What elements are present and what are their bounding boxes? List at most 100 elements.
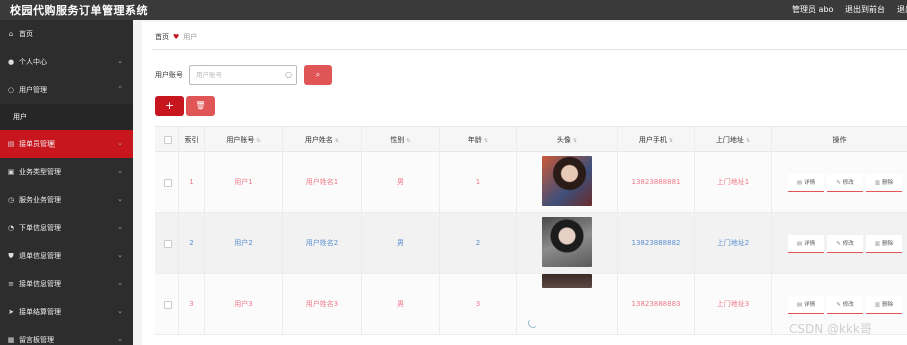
chevron-up-icon: ⌃ <box>117 85 123 93</box>
table-row: 1 用户1 用户姓名1 男 1 13823888881 上门地址1 ▤ 详情 ✎ 修… <box>155 152 907 213</box>
column-header-name[interactable]: 用户姓名 ⇅ <box>283 127 362 153</box>
top-bar: 校园代购服务订单管理系统 管理员 abo 退出到前台 退出登录 <box>0 0 907 20</box>
sidebar-item-label: 接单结算管理 <box>19 308 61 316</box>
chevron-down-icon: ⌄ <box>117 335 123 343</box>
delete-button[interactable]: ▥ 删除 <box>866 174 902 192</box>
sidebar-item-settlement[interactable]: ➤ 接单结算管理 ⌄ <box>0 298 133 326</box>
trash-icon: ▥ <box>874 180 881 186</box>
sidebar-item-refund-info[interactable]: ⛊ 退单信息管理 ⌄ <box>0 242 133 270</box>
sort-icon: ⇅ <box>334 138 340 144</box>
cell-name: 用户姓名3 <box>283 274 362 335</box>
detail-button[interactable]: ▤ 详情 <box>788 235 824 253</box>
send-icon: ➤ <box>8 308 14 316</box>
delete-button[interactable]: ▥ 删除 <box>866 235 902 253</box>
sort-icon: ⇅ <box>668 138 674 144</box>
sidebar-item-home[interactable]: ⌂ 首页 <box>0 20 133 48</box>
cell-address: 上门地址1 <box>695 152 772 213</box>
column-header-address[interactable]: 上门地址 ⇅ <box>695 127 772 153</box>
sidebar-item-label: 业务类型管理 <box>19 168 61 176</box>
sidebar-item-accept-info[interactable]: ≡ 接单信息管理 ⌄ <box>0 270 133 298</box>
plus-icon: + <box>164 99 175 112</box>
cell-avatar <box>517 152 618 213</box>
sidebar-item-profile[interactable]: ● 个人中心 ⌄ <box>0 48 133 76</box>
row-checkbox-cell <box>155 274 179 335</box>
sidebar-item-business-type[interactable]: ▣ 业务类型管理 ⌄ <box>0 158 133 186</box>
sidebar-item-service-business[interactable]: ◷ 服务业务管理 ⌄ <box>0 186 133 214</box>
cell-age: 2 <box>440 213 517 274</box>
loading-spinner-icon <box>528 318 538 328</box>
watermark: CSDN @kkk哥 <box>789 322 872 336</box>
trash-icon: ▥ <box>874 302 881 308</box>
row-checkbox[interactable] <box>164 240 172 248</box>
row-checkbox[interactable] <box>164 179 172 187</box>
sidebar-item-user-management[interactable]: ○ 用户管理 ⌃ <box>0 76 133 104</box>
document-icon: ▤ <box>7 140 15 148</box>
heart-icon: ♥ <box>173 33 180 41</box>
cell-phone: 13823888882 <box>618 213 695 274</box>
search-input[interactable]: 用户账号 ○ <box>189 65 297 85</box>
sidebar-item-label: 留言板管理 <box>19 336 54 344</box>
sidebar-item-label: 用户管理 <box>19 86 47 94</box>
current-user: 管理员 abo <box>792 5 834 14</box>
column-header-account[interactable]: 用户账号 ⇅ <box>205 127 283 153</box>
row-checkbox[interactable] <box>164 301 172 309</box>
document-icon: ▤ <box>796 180 803 186</box>
select-all-checkbox-cell <box>155 127 179 153</box>
cell-index: 1 <box>179 152 205 213</box>
sidebar-item-label: 个人中心 <box>19 58 47 66</box>
row-checkbox-cell <box>155 213 179 274</box>
circle-info-icon: ◔ <box>7 224 15 232</box>
cell-name: 用户姓名2 <box>283 213 362 274</box>
batch-delete-button[interactable]: 🗑 <box>186 96 215 116</box>
search-label: 用户账号 <box>155 71 183 79</box>
edit-button[interactable]: ✎ 修改 <box>827 235 863 253</box>
column-header-gender[interactable]: 性别 ⇅ <box>362 127 440 153</box>
edit-button[interactable]: ✎ 修改 <box>827 174 863 192</box>
document-icon: ▤ <box>796 302 803 308</box>
sidebar-item-order-taker-management[interactable]: ▤ 接单员管理 ⌄ <box>0 130 133 158</box>
grid-icon: ▦ <box>7 336 15 344</box>
cell-gender: 男 <box>362 152 440 213</box>
sidebar-item-label: 退单信息管理 <box>19 252 61 260</box>
delete-button[interactable]: ▥ 删除 <box>866 296 902 314</box>
detail-button[interactable]: ▤ 详情 <box>788 296 824 314</box>
row-checkbox-cell <box>155 152 179 213</box>
search-button[interactable]: ⌕ <box>304 65 332 85</box>
cell-gender: 男 <box>362 274 440 335</box>
sort-icon: ⇅ <box>572 138 578 144</box>
select-all-checkbox[interactable] <box>164 136 172 144</box>
cell-account: 用户3 <box>205 274 283 335</box>
cell-address: 上门地址2 <box>695 213 772 274</box>
sidebar-item-label: 接单信息管理 <box>19 280 61 288</box>
sidebar-item-label: 服务业务管理 <box>19 196 61 204</box>
sidebar-subitem-user[interactable]: 用户 <box>0 104 133 130</box>
chevron-down-icon: ⌄ <box>117 223 123 231</box>
chevron-down-icon: ⌄ <box>117 251 123 259</box>
column-header-phone[interactable]: 用户手机 ⇅ <box>618 127 695 153</box>
breadcrumb-current: 用户 <box>183 33 198 41</box>
cell-account: 用户1 <box>205 152 283 213</box>
pencil-icon: ✎ <box>836 180 841 186</box>
document-icon: ▤ <box>796 241 803 247</box>
back-to-frontend-link[interactable]: 退出到前台 <box>845 4 885 15</box>
list-icon: ≡ <box>8 280 14 288</box>
sidebar-item-message-board[interactable]: ▦ 留言板管理 ⌄ <box>0 326 133 345</box>
chevron-down-icon: ⌄ <box>117 279 123 287</box>
add-button[interactable]: + <box>155 96 184 116</box>
column-header-age[interactable]: 年龄 ⇅ <box>440 127 517 153</box>
avatar-image <box>542 274 592 288</box>
sidebar: ⌂ 首页 ● 个人中心 ⌄ ○ 用户管理 ⌃ 用户 ▤ 接单员管理 ⌄ ▣ 业务… <box>0 20 133 345</box>
logout-link[interactable]: 退出登录 <box>897 4 907 15</box>
column-header-index: 索引 <box>179 127 205 153</box>
sort-icon: ⇅ <box>483 138 489 144</box>
sidebar-subitem-label: 用户 <box>13 113 27 121</box>
chevron-down-icon: ⌄ <box>117 57 123 65</box>
cell-phone: 13823888883 <box>618 274 695 335</box>
sidebar-item-order-info[interactable]: ◔ 下单信息管理 ⌄ <box>0 214 133 242</box>
column-header-avatar[interactable]: 头像 ⇅ <box>517 127 618 153</box>
detail-button[interactable]: ▤ 详情 <box>788 174 824 192</box>
table-row: 2 用户2 用户姓名2 男 2 13823888882 上门地址2 ▤ 详情 ✎ 修… <box>155 213 907 274</box>
cell-avatar <box>517 213 618 274</box>
edit-button[interactable]: ✎ 修改 <box>827 296 863 314</box>
breadcrumb-home[interactable]: 首页 <box>155 32 169 42</box>
